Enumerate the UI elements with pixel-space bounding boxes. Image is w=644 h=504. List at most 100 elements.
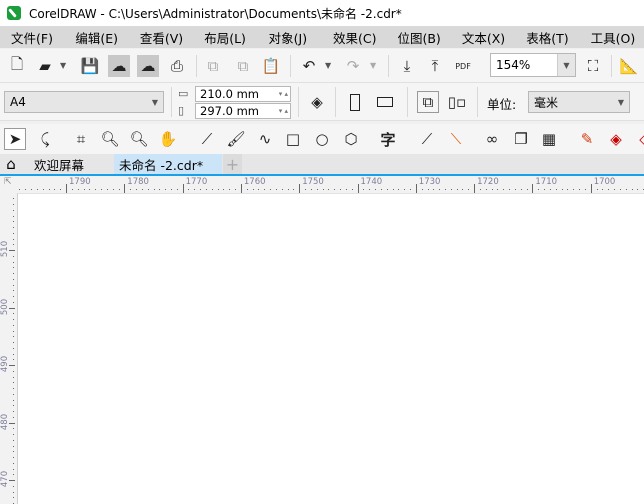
- zoom-level-combo[interactable]: 154% ▼: [490, 53, 576, 77]
- open-folder-icon[interactable]: ▰: [34, 55, 56, 77]
- page-size-options-icon[interactable]: ◈: [306, 91, 328, 113]
- chevron-down-icon[interactable]: ▼: [557, 54, 575, 76]
- page-width-input[interactable]: 210.0 mm ▾ ▴: [195, 86, 291, 102]
- current-page-icon[interactable]: ▯▫: [446, 91, 468, 113]
- export-pdf-icon[interactable]: PDF: [452, 55, 474, 77]
- ruler-tick: [561, 189, 563, 191]
- dimension-tool-icon[interactable]: ⟋: [416, 128, 438, 150]
- ruler-origin-icon[interactable]: ⇱: [4, 177, 12, 187]
- text-tool-icon[interactable]: 字: [377, 128, 399, 150]
- new-document-icon[interactable]: 🗋: [6, 55, 28, 77]
- page-size-value: A4: [10, 95, 26, 109]
- ruler-tick: [310, 189, 312, 191]
- outline-tool-icon[interactable]: ◇: [634, 128, 644, 150]
- new-tab-plus-icon[interactable]: +: [223, 154, 242, 174]
- undo-icon[interactable]: ↶: [298, 55, 320, 77]
- crop-tool-icon[interactable]: ⌗: [70, 128, 92, 150]
- ruler-label: 490: [0, 355, 11, 373]
- ruler-tick: [211, 189, 213, 191]
- spinner-icon[interactable]: ▾ ▴: [279, 90, 288, 98]
- ruler-tick: [608, 189, 610, 191]
- transparency-tool-icon[interactable]: ▦: [538, 128, 560, 150]
- print-icon[interactable]: ⎙: [166, 55, 188, 77]
- ruler-options-icon[interactable]: 📐: [618, 55, 640, 77]
- divider: [196, 55, 197, 77]
- units-select[interactable]: 毫米 ▼: [528, 91, 630, 113]
- smart-draw-tool-icon[interactable]: ∿: [254, 128, 276, 150]
- ruler-tick: [13, 301, 15, 303]
- home-icon[interactable]: ⌂: [0, 154, 22, 174]
- horizontal-ruler[interactable]: ⇱ 1790 1780 1770 1760 1750 1740 1730 1720 1710 17…: [0, 176, 644, 193]
- menu-bitmaps[interactable]: 位图(B): [386, 28, 450, 47]
- portrait-icon[interactable]: [344, 91, 366, 113]
- zoom-tool-icon[interactable]: 🔍︎: [99, 128, 121, 150]
- ruler-label: 1700: [593, 177, 616, 187]
- blend-tool-icon[interactable]: ∞: [481, 128, 503, 150]
- cloud-download-icon[interactable]: ☁: [108, 55, 130, 77]
- redo-icon[interactable]: ↷: [342, 55, 364, 77]
- menu-view[interactable]: 查看(V): [129, 28, 193, 47]
- page-size-select[interactable]: A4 ▼: [4, 91, 164, 113]
- ruler-tick: [316, 189, 318, 191]
- ruler-tick: [13, 405, 15, 407]
- toolbox: ➤ ⤹ ⌗ 🔍︎ 🔍︎ ✋ ⟋ 🖌 ∿ □ ○ ⬡ 字 ⟋ ⟍ ∞ ❐ ▦ ✎ …: [0, 124, 644, 154]
- ruler-tick: [36, 189, 38, 191]
- menu-layout[interactable]: 布局(L): [193, 28, 257, 47]
- import-icon[interactable]: ⤓: [396, 55, 418, 77]
- pan-tool-icon[interactable]: ✋: [157, 128, 179, 150]
- paste-icon[interactable]: 📋: [260, 55, 282, 77]
- tab-untitled-2[interactable]: 未命名 -2.cdr*: [114, 154, 222, 174]
- menu-effects[interactable]: 效果(C): [322, 28, 386, 47]
- ruler-tick: [13, 284, 15, 286]
- drawing-canvas[interactable]: [17, 193, 644, 504]
- ruler-tick: [392, 189, 394, 191]
- connector-tool-icon[interactable]: ⟍: [445, 128, 467, 150]
- fill-tool-icon[interactable]: ◈: [605, 128, 627, 150]
- chevron-down-icon[interactable]: ▼: [370, 61, 376, 70]
- standard-toolbar: 🗋 ▰ ▼ 💾 ☁ ☁ ⎙ ⧉ ⧉ 📋 ↶ ▼ ↷ ▼ ⤓ ⤒ PDF 154%…: [0, 49, 644, 83]
- shape-tool-icon[interactable]: ⤹: [34, 128, 56, 150]
- zoom-out-tool-icon[interactable]: 🔍︎: [128, 128, 150, 150]
- ruler-tick: [485, 189, 487, 191]
- ruler-tick: [351, 189, 353, 191]
- export-icon[interactable]: ⤒: [424, 55, 446, 77]
- menu-text[interactable]: 文本(X): [451, 28, 515, 47]
- menu-tools[interactable]: 工具(O): [580, 28, 644, 47]
- ruler-tick: [13, 468, 15, 470]
- all-pages-icon[interactable]: ⧉: [417, 91, 439, 113]
- freehand-tool-icon[interactable]: ⟋: [196, 128, 218, 150]
- ruler-tick: [124, 184, 126, 193]
- tab-welcome-screen[interactable]: 欢迎屏幕: [22, 154, 114, 174]
- full-screen-icon[interactable]: ⛶: [582, 55, 604, 77]
- page-height-input[interactable]: 297.0 mm ▾ ▴: [195, 103, 291, 119]
- chevron-down-icon[interactable]: ▼: [325, 61, 331, 70]
- brush-tool-icon[interactable]: 🖌: [225, 128, 247, 150]
- vertical-ruler[interactable]: 510 500 490 480 470: [0, 193, 17, 504]
- cut-icon[interactable]: ⧉: [202, 55, 224, 77]
- save-icon[interactable]: 💾: [79, 55, 101, 77]
- ruler-label: 1710: [535, 177, 558, 187]
- menu-table[interactable]: 表格(T): [515, 28, 579, 47]
- pick-tool-icon[interactable]: ➤: [4, 128, 26, 150]
- polygon-tool-icon[interactable]: ⬡: [340, 128, 362, 150]
- cloud-upload-icon[interactable]: ☁: [137, 55, 159, 77]
- ruler-tick: [270, 189, 272, 191]
- zoom-level-value: 154%: [496, 58, 531, 72]
- ruler-tick: [13, 434, 15, 435]
- menu-object[interactable]: 对象(J): [258, 28, 322, 47]
- ruler-tick: [194, 189, 196, 191]
- copy-icon[interactable]: ⧉: [232, 55, 254, 77]
- rectangle-tool-icon[interactable]: □: [282, 128, 304, 150]
- menu-edit[interactable]: 编辑(E): [64, 28, 128, 47]
- ruler-tick: [13, 370, 15, 372]
- ruler-tick: [165, 189, 167, 191]
- landscape-icon[interactable]: [374, 91, 396, 113]
- spinner-icon[interactable]: ▾ ▴: [279, 107, 288, 115]
- eyedropper-tool-icon[interactable]: ✎: [576, 128, 598, 150]
- chevron-down-icon[interactable]: ▼: [60, 61, 66, 70]
- menu-file[interactable]: 文件(F): [0, 28, 64, 47]
- ruler-tick: [474, 184, 476, 193]
- coreldraw-logo-icon: [7, 6, 21, 20]
- drop-shadow-tool-icon[interactable]: ❐: [510, 128, 532, 150]
- ellipse-tool-icon[interactable]: ○: [311, 128, 333, 150]
